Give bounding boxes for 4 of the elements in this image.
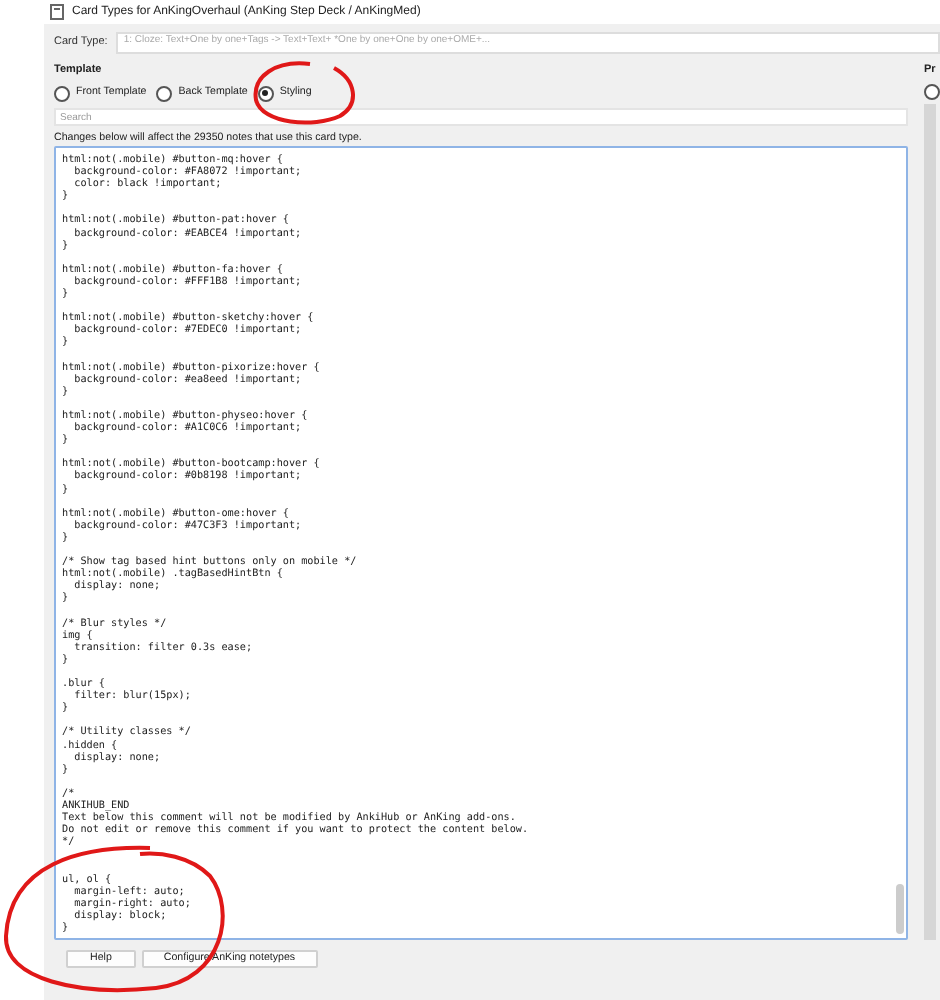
- radio-button[interactable]: [924, 84, 940, 100]
- scrollbar-thumb[interactable]: [896, 884, 904, 934]
- app-icon: [50, 4, 64, 20]
- code-editor[interactable]: [54, 146, 908, 940]
